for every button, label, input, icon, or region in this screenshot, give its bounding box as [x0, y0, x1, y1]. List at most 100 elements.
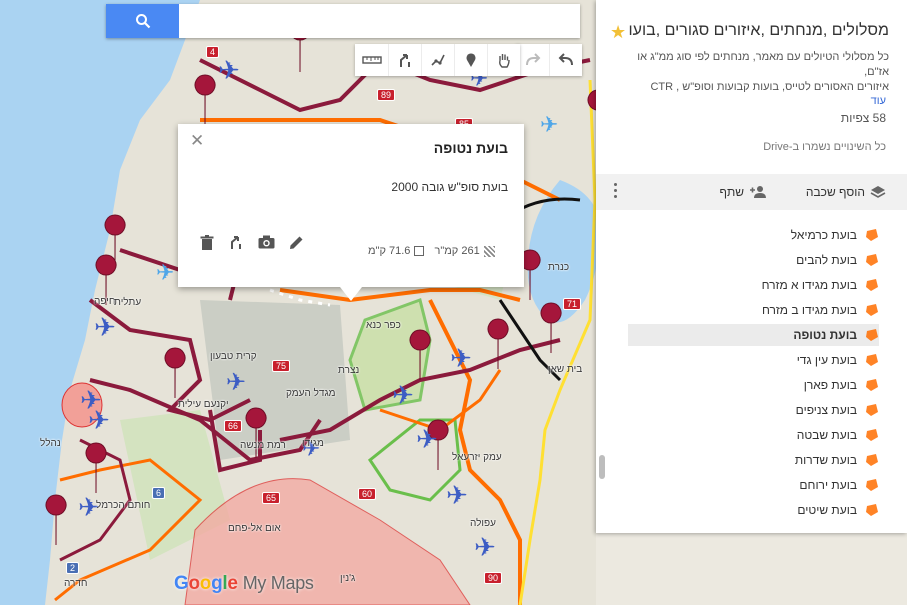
- add-person-icon: [750, 186, 766, 198]
- layer-item[interactable]: בועת מגידו א מזרח: [628, 274, 879, 296]
- description-line: איזורים האסורים לטייס, בועות קבועות וסופ…: [650, 81, 889, 93]
- undo-icon: [558, 53, 573, 66]
- road-shield: 75: [272, 360, 291, 372]
- layer-item[interactable]: בועת ירוחם: [628, 474, 879, 496]
- layer-item[interactable]: בועת עין גדי: [628, 349, 879, 371]
- airplane-icon[interactable]: ✈: [392, 380, 414, 411]
- airplane-icon[interactable]: ✈: [156, 260, 174, 286]
- layer-item[interactable]: בועת מגידו ב מזרח: [628, 299, 879, 321]
- close-button[interactable]: ✕: [190, 131, 204, 151]
- map-label: בית שאן: [548, 364, 583, 375]
- map-label: מגידו: [302, 438, 324, 449]
- road-shield: 65: [262, 492, 281, 504]
- map-label: חיפה: [94, 296, 116, 307]
- tools-toolbar: [355, 44, 520, 76]
- measure-button[interactable]: [355, 44, 388, 76]
- google-my-maps-logo: Google My Maps: [174, 573, 314, 595]
- draw-line-button[interactable]: [421, 44, 454, 76]
- search-bar: [106, 4, 580, 38]
- airplane-icon[interactable]: ✈: [416, 424, 438, 455]
- more-link[interactable]: עוד: [871, 95, 886, 107]
- directions-icon: [400, 54, 410, 67]
- airplane-icon[interactable]: ✈: [474, 532, 496, 563]
- airplane-icon[interactable]: ✈: [446, 480, 468, 511]
- map-label: חדרה: [64, 578, 88, 589]
- area-stat: 261 קמ"ר: [434, 245, 495, 257]
- polygon-icon: [866, 254, 878, 266]
- polygon-icon: [866, 229, 878, 241]
- airplane-icon[interactable]: ✈: [94, 312, 116, 343]
- popup-measurements: 261 קמ"ר 71.6 ק"מ: [368, 245, 495, 257]
- marker-icon: [466, 53, 476, 67]
- layer-label: בועת עין גדי: [796, 353, 857, 367]
- map-label: נצרת: [338, 365, 360, 376]
- layer-item[interactable]: בועת נטופה: [628, 324, 879, 346]
- airplane-icon[interactable]: ✈: [218, 55, 240, 86]
- more-options-icon[interactable]: [614, 183, 617, 198]
- popup-description: בועת סופ"ש גובה 2000: [391, 180, 508, 194]
- layer-label: בועת ירוחם: [799, 478, 857, 492]
- polygon-icon: [866, 329, 878, 341]
- hand-icon: [499, 54, 510, 68]
- star-icon[interactable]: ★: [610, 22, 626, 43]
- view-count: 58 צפיות: [840, 111, 886, 125]
- airplane-icon[interactable]: ✈: [450, 343, 472, 374]
- edit-button[interactable]: [289, 235, 304, 250]
- share-button[interactable]: שתף: [719, 185, 767, 199]
- redo-icon: [525, 53, 540, 66]
- layer-label: בועת מגידו א מזרח: [761, 278, 857, 292]
- perimeter-value: 71.6 ק"מ: [368, 245, 411, 257]
- layers-icon: [870, 186, 886, 198]
- pan-button[interactable]: [487, 44, 520, 76]
- panel-scrollbar[interactable]: [599, 455, 605, 479]
- layer-item[interactable]: בועת שיטים: [628, 499, 879, 521]
- share-label: שתף: [719, 185, 744, 199]
- add-photo-button[interactable]: [258, 235, 275, 249]
- layer-item[interactable]: בועת שדרות: [628, 449, 879, 471]
- redo-button[interactable]: [516, 44, 549, 76]
- polygon-icon: [866, 479, 878, 491]
- undo-button[interactable]: [549, 44, 582, 76]
- road-shield: 60: [358, 488, 377, 500]
- area-value: 261 קמ"ר: [434, 245, 480, 257]
- layer-label: בועת להבים: [796, 253, 857, 267]
- map-label: יקנעם עילית: [178, 399, 229, 410]
- google-wordmark: Google: [174, 573, 238, 594]
- popup-directions-button[interactable]: [228, 234, 244, 250]
- layer-list: בועת כרמיאל בועת להבים בועת מגידו א מזרח בו…: [596, 210, 907, 530]
- layer-item[interactable]: בועת צניפים: [628, 399, 879, 421]
- trash-icon: [200, 234, 214, 250]
- map-label: נהלל: [40, 438, 61, 449]
- map-label: רמת מנשה: [240, 440, 286, 451]
- polygon-icon: [866, 279, 878, 291]
- polygon-icon: [866, 504, 878, 516]
- search-input[interactable]: [179, 4, 580, 38]
- area-icon: [483, 245, 495, 257]
- map-label: כנרת: [548, 262, 570, 273]
- road-shield: 71: [563, 298, 582, 310]
- airplane-icon[interactable]: ✈: [226, 368, 246, 397]
- layer-item[interactable]: בועת שבטה: [628, 424, 879, 446]
- popup-actions: [200, 234, 304, 250]
- layer-item[interactable]: בועת להבים: [628, 249, 879, 271]
- add-marker-button[interactable]: [454, 44, 487, 76]
- layer-label: בועת פארן: [803, 378, 857, 392]
- add-layer-button[interactable]: הוסף שכבה: [806, 185, 886, 199]
- map-label: קרית טבעון: [210, 351, 257, 362]
- popup-title: בועת נטופה: [433, 140, 508, 156]
- directions-button[interactable]: [388, 44, 421, 76]
- layer-item[interactable]: בועת כרמיאל: [628, 224, 879, 246]
- delete-button[interactable]: [200, 234, 214, 250]
- map-title[interactable]: מסלולים ,מנחתים ,איזורים סגורים ,בועו...: [627, 22, 889, 40]
- road-shield: 2: [66, 562, 80, 574]
- layer-label: בועת נטופה: [793, 328, 857, 342]
- panel-actions: הוסף שכבה שתף: [596, 174, 907, 210]
- layer-label: בועת מגידו ב מזרח: [761, 303, 857, 317]
- search-button[interactable]: [106, 4, 179, 38]
- airplane-icon[interactable]: ✈: [88, 405, 110, 436]
- map-label: ג'נין: [340, 573, 356, 584]
- polygon-icon: [866, 454, 878, 466]
- airplane-icon[interactable]: ✈: [540, 112, 558, 138]
- road-shield: 89: [377, 89, 396, 101]
- layer-item[interactable]: בועת פארן: [628, 374, 879, 396]
